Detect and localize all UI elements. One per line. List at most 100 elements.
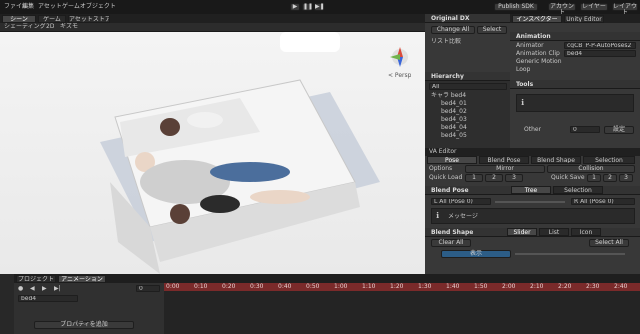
list-item[interactable]: bed4_03 xyxy=(441,116,467,124)
scene-gizmo-icon[interactable] xyxy=(390,47,408,67)
original-dx-panel: Original DX Change All Select リスト比較 xyxy=(425,14,510,72)
persp-label[interactable]: < Persp xyxy=(388,72,411,80)
blend-shape-row[interactable]: 表示 xyxy=(441,250,511,258)
animation-clip-label: Animation Clip xyxy=(516,50,560,57)
shading-dropdown[interactable]: シェーディング xyxy=(4,23,46,31)
collision-button[interactable]: Collision xyxy=(547,165,635,173)
hierarchy-panel: Hierarchy All キャラ bed4 bed4_01 bed4_02 b… xyxy=(425,72,510,148)
list-item[interactable]: bed4_05 xyxy=(441,132,467,140)
pause-button[interactable]: ❚❚ xyxy=(302,3,314,11)
select-button[interactable]: Select xyxy=(477,26,507,34)
inspector-tabs: インスペクター Unity Editor xyxy=(510,14,640,23)
list-item[interactable]: bed4_04 xyxy=(441,124,467,132)
tab-slider[interactable]: Slider xyxy=(507,228,537,236)
quick-save-label: Quick Save xyxy=(551,174,585,181)
list-item[interactable]: キャラ bed4 xyxy=(431,92,466,100)
figure-legs xyxy=(210,162,290,182)
va-editor-title: VA Editor xyxy=(429,148,457,155)
record-icon[interactable]: ● xyxy=(18,285,23,293)
quick-save-1[interactable]: 1 xyxy=(587,174,601,182)
list-item[interactable]: bed4_01 xyxy=(441,100,467,108)
2d-toggle[interactable]: 2D xyxy=(46,23,54,31)
account-dropdown[interactable]: アカウント xyxy=(548,3,576,16)
quick-save-3[interactable]: 3 xyxy=(619,174,633,182)
generic-motion-label: Generic Motion xyxy=(516,58,562,65)
change-all-button[interactable]: Change All xyxy=(431,26,475,34)
tab-unity-editor[interactable]: Unity Editor xyxy=(564,15,604,23)
scene-view[interactable]: < Persp xyxy=(0,32,425,274)
tab-selection[interactable]: Selection xyxy=(583,156,635,164)
mirror-button[interactable]: Mirror xyxy=(465,165,545,173)
blend-pose-right-field[interactable]: R All (Pose 0) xyxy=(571,198,635,205)
timeline-tick-label: 2:20 xyxy=(558,283,572,290)
tab-blend-selection[interactable]: Selection xyxy=(553,186,603,194)
play-icon: ▶ xyxy=(292,3,298,10)
timeline-tick-label: 2:00 xyxy=(502,283,516,290)
prev-key-icon[interactable]: ◀ xyxy=(30,285,35,293)
loop-label: Loop xyxy=(516,66,531,73)
select-all-button[interactable]: Select All xyxy=(589,239,629,247)
tab-animation[interactable]: アニメーション xyxy=(58,275,106,283)
blend-pose-slider[interactable] xyxy=(495,201,565,203)
quick-load-2[interactable]: 2 xyxy=(485,174,503,182)
timeline-tick-label: 1:10 xyxy=(362,283,376,290)
info-icon: ℹ xyxy=(436,212,440,220)
options-label: Options xyxy=(429,165,453,172)
tab-tree[interactable]: Tree xyxy=(511,186,551,194)
timeline-tick-label: 2:10 xyxy=(530,283,544,290)
tab-blend-shape[interactable]: Blend Shape xyxy=(531,156,581,164)
tab-list[interactable]: List xyxy=(539,228,569,236)
tools-set-button[interactable]: 設定 xyxy=(604,126,634,134)
blend-pose-left-field[interactable]: L All (Pose 0) xyxy=(431,198,491,205)
tab-blend-pose[interactable]: Blend Pose xyxy=(479,156,529,164)
pause-icon: ❚❚ xyxy=(303,3,314,10)
quick-load-3[interactable]: 3 xyxy=(505,174,523,182)
scene-tab-bar: シーン ゲーム アセットストア xyxy=(0,14,425,23)
blend-shape-slider[interactable] xyxy=(515,253,625,255)
tab-scene[interactable]: シーン xyxy=(2,15,36,23)
timeline[interactable]: 0:00 0:10 0:20 0:30 0:40 0:50 1:00 1:10 1:20 1:30… xyxy=(164,283,640,334)
play-anim-icon[interactable]: ▶ xyxy=(42,285,47,293)
menu-gameobject[interactable]: ゲームオブジェクト xyxy=(62,3,116,11)
publish-button[interactable]: Publish SDK xyxy=(494,3,538,11)
info-icon: ℹ xyxy=(521,99,525,107)
menu-edit[interactable]: 編集 xyxy=(22,3,34,11)
clear-all-button[interactable]: Clear All xyxy=(431,239,471,247)
quick-save-2[interactable]: 2 xyxy=(603,174,617,182)
tab-inspector[interactable]: インスペクター xyxy=(512,15,562,23)
list-item[interactable]: bed4_02 xyxy=(441,108,467,116)
tab-game[interactable]: ゲーム xyxy=(38,15,66,23)
tab-icon[interactable]: Icon xyxy=(571,228,601,236)
timeline-tick-label: 0:10 xyxy=(194,283,208,290)
timeline-tick-label: 1:00 xyxy=(334,283,348,290)
blend-pose-info-box: ℹ メッセージ xyxy=(431,208,635,224)
tools-value-field[interactable]: 0 xyxy=(570,126,600,133)
tab-asset-store[interactable]: アセットストア xyxy=(68,15,110,23)
quick-load-1[interactable]: 1 xyxy=(465,174,483,182)
animation-clip-field[interactable]: bed4 xyxy=(564,50,636,57)
timeline-tick-label: 2:40 xyxy=(614,283,628,290)
layout-dropdown[interactable]: レイアウト xyxy=(612,3,638,16)
gizmos-dropdown[interactable]: ギズモ xyxy=(60,23,78,31)
hierarchy-title: Hierarchy xyxy=(425,72,510,81)
layers-dropdown[interactable]: レイヤー xyxy=(580,3,608,11)
next-key-icon[interactable]: ▶| xyxy=(54,285,61,293)
hierarchy-search[interactable]: All xyxy=(429,83,507,90)
timeline-tick-label: 1:40 xyxy=(446,283,460,290)
timeline-tick-label: 1:30 xyxy=(418,283,432,290)
tab-project[interactable]: プロジェクト xyxy=(16,275,56,283)
va-editor-panel: VA Editor Pose Blend Pose Blend Shape Se… xyxy=(425,148,640,274)
animator-field[interactable]: cgCB_P-P-AutoPoses2 xyxy=(564,42,636,49)
inspector-panel: インスペクター Unity Editor Animation Animator … xyxy=(510,14,640,148)
clip-dropdown[interactable]: bed4 xyxy=(18,295,78,302)
timeline-tick-label: 0:40 xyxy=(278,283,292,290)
menu-assets[interactable]: アセット xyxy=(38,3,62,11)
timeline-tick-label: 0:30 xyxy=(250,283,264,290)
tab-pose[interactable]: Pose xyxy=(427,156,477,164)
play-button[interactable]: ▶ xyxy=(290,3,300,11)
add-property-button[interactable]: プロパティを追加 xyxy=(34,321,134,329)
animation-controls: ● ◀ ▶ ▶| 0 bed4 プロパティを追加 xyxy=(14,283,164,334)
step-button[interactable]: ▶❚ xyxy=(314,3,325,11)
original-dx-title: Original DX xyxy=(425,14,510,23)
frame-field[interactable]: 0 xyxy=(136,285,160,292)
